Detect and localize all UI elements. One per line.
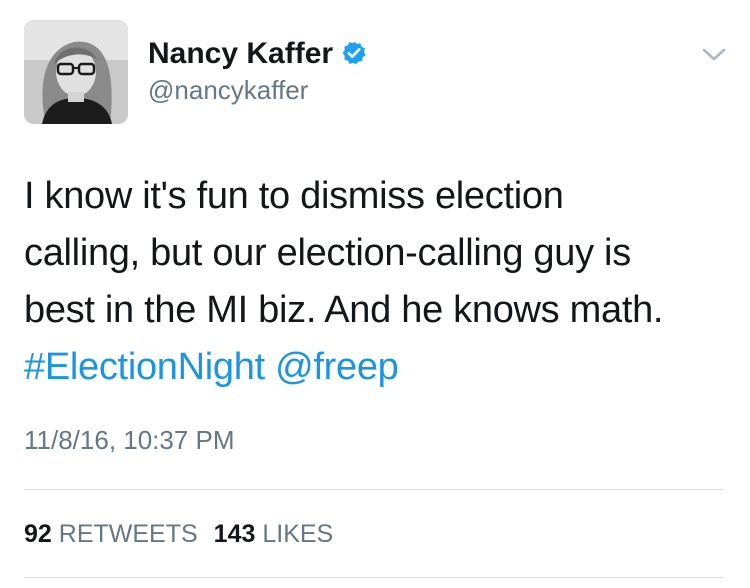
tweet-timestamp[interactable]: 11/8/16, 10:37 PM — [24, 424, 235, 456]
tweet-stats: 92 RETWEETS 143 LIKES — [24, 518, 333, 550]
retweets-stat[interactable]: 92 RETWEETS — [24, 520, 198, 548]
author-name-row[interactable]: Nancy Kaffer — [148, 36, 367, 72]
likes-stat[interactable]: 143 LIKES — [214, 520, 334, 548]
likes-count: 143 — [213, 520, 256, 548]
avatar[interactable] — [24, 20, 128, 124]
author-handle[interactable]: @nancykaffer — [148, 74, 308, 106]
divider — [24, 489, 724, 490]
tweet-text-line: best in the MI biz. And he knows math. — [24, 289, 664, 331]
tweet-text: I know it's fun to dismiss election call… — [24, 168, 724, 396]
author-display-name[interactable]: Nancy Kaffer — [148, 37, 333, 70]
avatar-image — [24, 20, 128, 124]
tweet-text-line: calling, but our election-calling guy is — [24, 232, 631, 274]
divider — [24, 577, 724, 578]
hashtag-link[interactable]: #ElectionNight — [24, 346, 265, 388]
chevron-down-icon[interactable] — [701, 46, 727, 64]
tweet-card: Nancy Kaffer @nancykaffer I know it's fu… — [0, 0, 750, 588]
likes-label: LIKES — [262, 520, 334, 548]
tweet-text-line: I know it's fun to dismiss election — [24, 175, 564, 217]
verified-badge-icon — [342, 41, 366, 65]
mention-link[interactable]: @freep — [275, 346, 399, 388]
tweet-links-line: #ElectionNight @freep — [24, 339, 724, 396]
retweets-label: RETWEETS — [58, 520, 198, 548]
retweets-count: 92 — [24, 520, 52, 548]
